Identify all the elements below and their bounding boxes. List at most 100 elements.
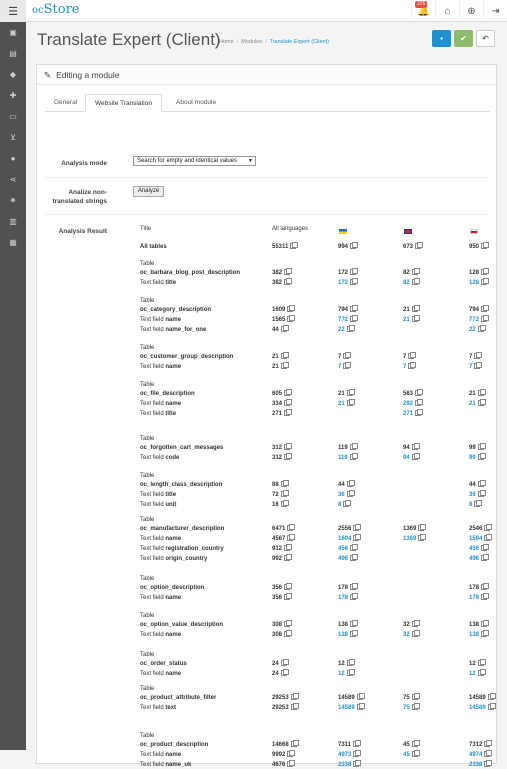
count-all[interactable]: 21 [272, 352, 289, 361]
copy-icon[interactable] [346, 399, 355, 406]
copy-icon[interactable] [481, 278, 490, 285]
sidebar-item-sales[interactable]: ⊻ [0, 127, 26, 148]
count-all[interactable]: 356 [272, 593, 293, 602]
copy-icon[interactable] [477, 480, 486, 487]
copy-icon[interactable] [411, 315, 420, 322]
copy-icon[interactable] [411, 750, 420, 757]
copy-icon[interactable] [415, 409, 424, 416]
count-gb[interactable]: 45 [403, 750, 420, 759]
copy-icon[interactable] [353, 750, 362, 757]
copy-icon[interactable] [481, 554, 490, 561]
copy-icon[interactable] [487, 693, 496, 700]
count-ru[interactable]: 2546 [469, 524, 493, 533]
copy-icon[interactable] [477, 325, 486, 332]
count-ru[interactable]: 128 [469, 268, 490, 277]
count-gb[interactable]: 32 [403, 620, 420, 629]
count-all[interactable]: 912 [272, 544, 293, 553]
sidebar-item-marketing[interactable]: ⋖ [0, 169, 26, 190]
sidebar-item-tags[interactable]: ◆ [0, 64, 26, 85]
count-ru[interactable]: 1594 [469, 534, 493, 543]
count-all[interactable]: 88 [272, 480, 289, 489]
copy-icon[interactable] [346, 490, 355, 497]
count-ua[interactable]: 172 [338, 278, 359, 287]
copy-icon[interactable] [343, 362, 352, 369]
breadcrumb-home[interactable]: Home [219, 39, 234, 45]
copy-icon[interactable] [346, 325, 355, 332]
copy-icon[interactable] [481, 620, 490, 627]
count-all[interactable]: 55311 [272, 242, 299, 251]
copy-icon[interactable] [481, 593, 490, 600]
copy-icon[interactable] [284, 620, 293, 627]
copy-icon[interactable] [411, 278, 420, 285]
copy-icon[interactable] [346, 389, 355, 396]
copy-icon[interactable] [280, 659, 289, 666]
count-gb[interactable]: 673 [403, 242, 424, 251]
count-all[interactable]: 308 [272, 630, 293, 639]
breadcrumb-modules[interactable]: Modules [241, 39, 262, 45]
copy-icon[interactable] [477, 669, 486, 676]
copy-icon[interactable] [350, 305, 359, 312]
copy-icon[interactable] [284, 389, 293, 396]
count-ua[interactable]: 21 [338, 399, 355, 408]
copy-icon[interactable] [280, 352, 289, 359]
count-all[interactable]: 44 [272, 325, 289, 334]
count-ua[interactable]: 178 [338, 593, 359, 602]
count-ru[interactable]: 22 [469, 325, 486, 334]
count-ru[interactable]: 7 [469, 362, 483, 371]
copy-icon[interactable] [290, 703, 299, 710]
count-gb[interactable]: 271 [403, 409, 424, 418]
copy-icon[interactable] [284, 443, 293, 450]
copy-icon[interactable] [280, 480, 289, 487]
count-ua[interactable]: 14589 [338, 703, 365, 712]
copy-icon[interactable] [415, 399, 424, 406]
copy-icon[interactable] [481, 268, 490, 275]
copy-icon[interactable] [350, 630, 359, 637]
count-all[interactable]: 308 [272, 620, 293, 629]
count-ru[interactable]: 36 [469, 490, 486, 499]
copy-icon[interactable] [284, 409, 293, 416]
count-gb[interactable]: 21 [403, 315, 420, 324]
count-all[interactable]: 1609 [272, 305, 296, 314]
copy-icon[interactable] [350, 620, 359, 627]
analysis-mode-select[interactable]: Search for empty and identical values ▼ [133, 156, 256, 166]
sidebar-item-extensions[interactable]: ✚ [0, 85, 26, 106]
copy-icon[interactable] [481, 305, 490, 312]
copy-icon[interactable] [343, 352, 352, 359]
count-all[interactable]: 24 [272, 669, 289, 678]
count-gb[interactable]: 75 [403, 703, 420, 712]
count-gb[interactable]: 32 [403, 630, 420, 639]
copy-icon[interactable] [418, 534, 427, 541]
menu-toggle-button[interactable]: ☰ [0, 0, 26, 22]
copy-icon[interactable] [415, 242, 424, 249]
count-ru[interactable]: 99 [469, 453, 486, 462]
count-gb[interactable]: 1369 [403, 524, 427, 533]
copy-icon[interactable] [477, 443, 486, 450]
count-all[interactable]: 6471 [272, 524, 296, 533]
count-ru[interactable]: 794 [469, 305, 490, 314]
copy-icon[interactable] [474, 500, 483, 507]
count-gb[interactable]: 82 [403, 268, 420, 277]
count-ru[interactable]: 7 [469, 352, 483, 361]
count-ru[interactable]: 12 [469, 669, 486, 678]
count-gb[interactable]: 75 [403, 693, 420, 702]
count-ua[interactable]: 36 [338, 490, 355, 499]
copy-icon[interactable] [290, 242, 299, 249]
sidebar-item-customers[interactable]: ● [0, 148, 26, 169]
logout-button[interactable]: ⇥ [483, 0, 507, 22]
count-gb[interactable]: 563 [403, 389, 424, 398]
copy-icon[interactable] [350, 554, 359, 561]
copy-icon[interactable] [346, 480, 355, 487]
count-ua[interactable]: 2338 [338, 760, 362, 769]
tab-about-module[interactable]: About module [167, 94, 225, 112]
sidebar-item-dashboard[interactable]: ▣ [0, 22, 26, 43]
tab-website-translation[interactable]: Website Translation [85, 94, 162, 112]
copy-icon[interactable] [481, 630, 490, 637]
count-ru[interactable]: 21 [469, 399, 486, 408]
tab-general[interactable]: General [45, 94, 86, 112]
copy-icon[interactable] [287, 315, 296, 322]
count-ua[interactable]: 772 [338, 315, 359, 324]
count-ru[interactable]: 950 [469, 242, 490, 251]
count-all[interactable]: 271 [272, 409, 293, 418]
copy-icon[interactable] [284, 399, 293, 406]
sidebar-item-catalog[interactable]: ▤ [0, 43, 26, 64]
